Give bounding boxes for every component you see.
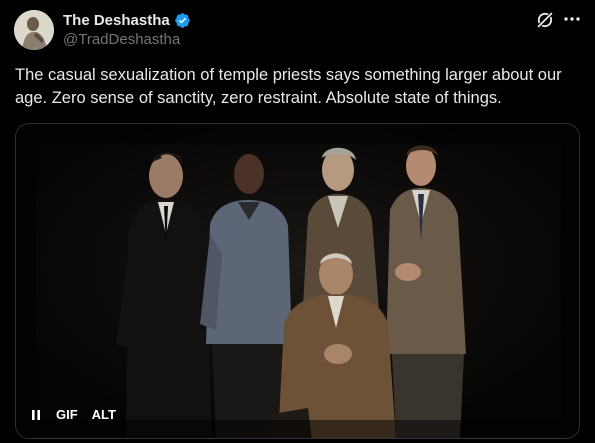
post: The Deshastha @TradDeshastha The casual … (0, 0, 595, 443)
avatar[interactable] (14, 10, 54, 50)
verified-badge-icon[interactable] (174, 12, 191, 29)
gif-media[interactable]: GIF ALT (15, 123, 580, 439)
gif-label[interactable]: GIF (56, 407, 78, 422)
media-controls: GIF ALT (30, 407, 116, 422)
grok-icon[interactable] (536, 11, 554, 29)
alt-button[interactable]: ALT (92, 407, 116, 422)
more-icon[interactable] (561, 8, 583, 30)
post-text: The casual sexualization of temple pries… (15, 66, 562, 107)
gif-frame (16, 124, 579, 438)
author-handle[interactable]: @TradDeshastha (63, 31, 180, 48)
pause-icon[interactable] (30, 409, 42, 421)
author-display-name[interactable]: The Deshastha (63, 12, 170, 29)
author-name-row: The Deshastha (63, 10, 191, 30)
